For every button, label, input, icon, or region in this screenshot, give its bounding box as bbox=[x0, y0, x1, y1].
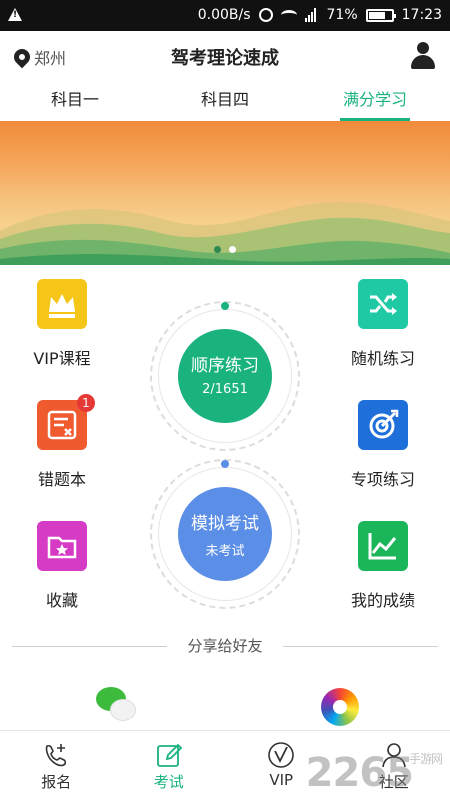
mock-marker bbox=[221, 460, 229, 468]
error-book-icon: 1 bbox=[37, 394, 95, 450]
banner-hills bbox=[0, 201, 450, 265]
shuffle-icon bbox=[358, 279, 408, 329]
battery-icon bbox=[365, 8, 396, 22]
target-icon bbox=[358, 400, 408, 450]
mock-exam-circle: 模拟考试 未考试 bbox=[178, 487, 272, 581]
network-speed: 0.00B/s bbox=[197, 7, 251, 23]
vip-course-item[interactable]: VIP课程 bbox=[12, 279, 112, 369]
carousel-dot-2[interactable] bbox=[229, 246, 236, 253]
feature-grid: VIP课程 随机练习 1 错题本 专项练习 收藏 我的成绩 顺序练习 2/165… bbox=[0, 265, 450, 635]
share-section: 分享给好友 bbox=[0, 635, 450, 730]
edit-icon bbox=[113, 739, 226, 771]
wrong-questions-label: 错题本 bbox=[37, 470, 86, 489]
watermark-sub: 手游网 bbox=[408, 752, 443, 766]
special-practice-label: 专项练习 bbox=[350, 470, 415, 489]
random-practice-item[interactable]: 随机练习 bbox=[333, 279, 433, 369]
signal-icon bbox=[304, 8, 319, 22]
status-time: 17:23 bbox=[401, 7, 442, 23]
tab-subject-one[interactable]: 科目一 bbox=[0, 81, 150, 121]
nav-exam[interactable]: 考试 bbox=[113, 731, 226, 800]
nav-exam-label: 考试 bbox=[153, 773, 184, 791]
app-header: 郑州 驾考理论速成 bbox=[0, 31, 450, 81]
wrong-questions-item[interactable]: 1 错题本 bbox=[12, 394, 112, 490]
status-bar: 0.00B/s 71% 17:23 bbox=[0, 0, 450, 31]
sequential-practice-label: 顺序练习 bbox=[191, 356, 259, 376]
favorites-folder-icon bbox=[37, 521, 87, 571]
random-practice-label: 随机练习 bbox=[350, 349, 415, 368]
divider-right bbox=[283, 646, 438, 647]
warning-icon bbox=[8, 8, 22, 21]
wrong-questions-badge: 1 bbox=[77, 394, 95, 412]
phone-plus-icon bbox=[0, 739, 113, 771]
alarm-icon bbox=[258, 8, 273, 22]
sequential-practice-button[interactable]: 顺序练习 2/1651 bbox=[150, 301, 300, 451]
watermark: 2265手游网 bbox=[305, 750, 443, 796]
special-practice-item[interactable]: 专项练习 bbox=[333, 400, 433, 490]
wifi-icon bbox=[280, 10, 297, 20]
my-scores-item[interactable]: 我的成绩 bbox=[333, 521, 433, 611]
favorites-label: 收藏 bbox=[45, 591, 78, 610]
chart-trend-icon bbox=[358, 521, 408, 571]
mock-exam-label: 模拟考试 bbox=[191, 514, 259, 534]
mock-exam-button[interactable]: 模拟考试 未考试 bbox=[150, 459, 300, 609]
aperture-icon[interactable] bbox=[321, 688, 359, 726]
carousel-indicator bbox=[0, 246, 450, 253]
tab-full-score-study[interactable]: 满分学习 bbox=[300, 81, 450, 121]
nav-signup-label: 报名 bbox=[41, 773, 72, 791]
banner-carousel[interactable] bbox=[0, 121, 450, 265]
user-profile-icon[interactable] bbox=[410, 42, 436, 70]
watermark-text: 2265 bbox=[305, 750, 414, 796]
page-title: 驾考理论速成 bbox=[171, 48, 279, 69]
status-bar-right: 0.00B/s 71% 17:23 bbox=[198, 7, 442, 23]
vip-course-label: VIP课程 bbox=[33, 349, 91, 368]
mock-exam-status: 未考试 bbox=[205, 544, 245, 559]
my-scores-label: 我的成绩 bbox=[350, 591, 415, 610]
nav-signup[interactable]: 报名 bbox=[0, 731, 113, 800]
wechat-icon[interactable] bbox=[96, 687, 140, 725]
sequential-practice-circle: 顺序练习 2/1651 bbox=[178, 329, 272, 423]
favorites-item[interactable]: 收藏 bbox=[12, 521, 112, 611]
carousel-dot-1[interactable] bbox=[214, 246, 221, 253]
subject-tabs: 科目一 科目四 满分学习 bbox=[0, 81, 450, 121]
crown-icon bbox=[37, 279, 87, 329]
tab-subject-four[interactable]: 科目四 bbox=[150, 81, 300, 121]
sequential-practice-progress: 2/1651 bbox=[202, 382, 248, 397]
battery-percent: 71% bbox=[326, 7, 358, 23]
sequential-marker bbox=[221, 302, 229, 310]
